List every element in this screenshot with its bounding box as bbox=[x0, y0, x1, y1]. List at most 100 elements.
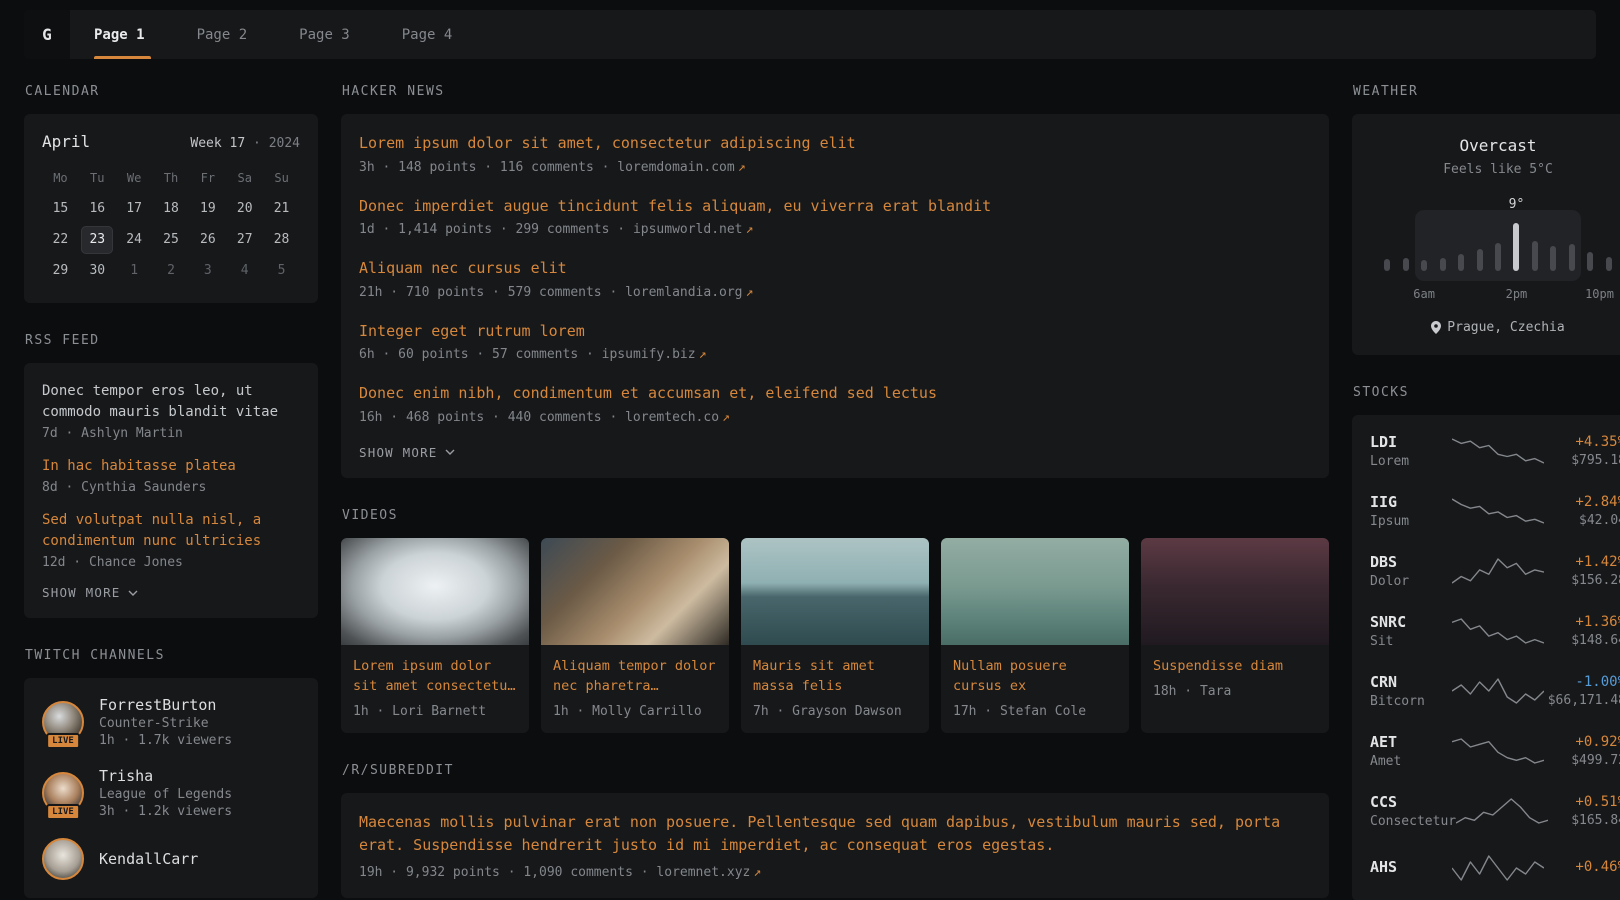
peak-temp-label: 9° bbox=[1509, 197, 1525, 212]
channel-name[interactable]: ForrestBurton bbox=[99, 696, 232, 714]
channel-name[interactable]: KendallCarr bbox=[99, 850, 198, 868]
left-column: CALENDAR April Week 17 · 2024 Mo Tu We bbox=[24, 84, 318, 900]
reddit-post-title[interactable]: Maecenas mollis pulvinar erat non posuer… bbox=[359, 811, 1311, 858]
stocks-widget-title: STOCKS bbox=[1353, 385, 1620, 400]
stock-sparkline bbox=[1452, 736, 1544, 766]
calendar-weekday-row: Mo Tu We Th Fr Sa Su bbox=[42, 171, 300, 185]
tab-page-3[interactable]: Page 3 bbox=[299, 10, 376, 59]
external-link-icon: ↗ bbox=[699, 347, 707, 362]
channel-info: Trisha League of Legends 3h · 1.2k viewe… bbox=[99, 767, 232, 819]
hn-domain-link[interactable]: loremdomain.com bbox=[617, 160, 734, 175]
video-card[interactable]: Mauris sit amet massa felis 7h · Grayson… bbox=[741, 538, 929, 734]
video-title[interactable]: Lorem ipsum dolor sit amet consectetu… bbox=[341, 645, 529, 697]
video-meta: 18h · Tara bbox=[1141, 676, 1329, 713]
videos-widget-title: VIDEOS bbox=[342, 508, 1329, 523]
video-card[interactable]: Aliquam tempor dolor nec pharetra… 1h · … bbox=[541, 538, 729, 734]
channel-avatar[interactable]: LIVE bbox=[42, 701, 84, 743]
hn-item-title[interactable]: Lorem ipsum dolor sit amet, consectetur … bbox=[359, 132, 1311, 155]
twitch-channel-row[interactable]: KendallCarr bbox=[42, 838, 300, 880]
hn-item-meta: 6h · 60 points · 57 comments · ipsumify.… bbox=[359, 347, 1311, 362]
channel-category[interactable]: Counter-Strike bbox=[99, 716, 232, 731]
chevron-down-icon bbox=[445, 449, 455, 455]
stock-row: DBSDolor +1.42%$156.28 bbox=[1370, 541, 1620, 601]
rss-item-title[interactable]: In hac habitasse platea bbox=[42, 456, 300, 477]
stock-price: $499.72 bbox=[1544, 753, 1620, 768]
external-link-icon: ↗ bbox=[722, 410, 730, 425]
reddit-domain-link[interactable]: loremnet.xyz bbox=[656, 865, 750, 880]
calendar-day-selected: 23 bbox=[81, 226, 113, 254]
video-thumbnail[interactable] bbox=[341, 538, 529, 645]
weather-bar bbox=[1606, 257, 1612, 271]
video-thumbnail[interactable] bbox=[541, 538, 729, 645]
weather-bar bbox=[1458, 254, 1464, 271]
video-card[interactable]: Suspendisse diam 18h · Tara bbox=[1141, 538, 1329, 734]
calendar-day: 17 bbox=[118, 195, 150, 223]
right-column: WEATHER Overcast Feels like 5°C 9° 6am2p… bbox=[1352, 84, 1620, 900]
video-title[interactable]: Nullam posuere cursus ex bbox=[941, 645, 1129, 697]
channel-avatar[interactable] bbox=[42, 838, 84, 880]
channel-category[interactable]: League of Legends bbox=[99, 787, 232, 802]
stock-change: +4.35% bbox=[1544, 434, 1620, 450]
rss-item-title[interactable]: Sed volutpat nulla nisl, a condimentum n… bbox=[42, 510, 300, 552]
stock-row: CCSConsectetur +0.51%$165.84 bbox=[1370, 781, 1620, 841]
calendar-day: 29 bbox=[44, 257, 76, 285]
hn-domain-link[interactable]: loremlandia.org bbox=[625, 285, 742, 300]
hn-domain-link[interactable]: ipsumworld.net bbox=[633, 222, 743, 237]
stock-row: CRNBitcorn -1.00%$66,171.48 bbox=[1370, 661, 1620, 721]
stock-name: Lorem bbox=[1370, 454, 1452, 469]
external-link-icon: ↗ bbox=[738, 160, 746, 175]
hn-show-more-button[interactable]: SHOW MORE bbox=[359, 445, 455, 460]
weather-bar bbox=[1477, 249, 1483, 271]
twitch-channel-row[interactable]: LIVE ForrestBurton Counter-Strike 1h · 1… bbox=[42, 696, 300, 748]
weather-bar bbox=[1569, 244, 1575, 271]
twitch-channel-row[interactable]: LIVE Trisha League of Legends 3h · 1.2k … bbox=[42, 767, 300, 819]
calendar-day-next-month: 5 bbox=[266, 257, 298, 285]
tab-page-1[interactable]: Page 1 bbox=[94, 10, 171, 59]
video-thumbnail[interactable] bbox=[1141, 538, 1329, 645]
tab-page-4[interactable]: Page 4 bbox=[402, 10, 479, 59]
videos-widget: VIDEOS Lorem ipsum dolor sit amet consec… bbox=[341, 508, 1329, 734]
rss-show-more-button[interactable]: SHOW MORE bbox=[42, 585, 138, 600]
twitch-widget: TWITCH CHANNELS LIVE ForrestBurton Count… bbox=[24, 648, 318, 898]
reddit-post: Maecenas mollis pulvinar erat non posuer… bbox=[359, 811, 1311, 880]
weather-bar bbox=[1440, 258, 1446, 271]
stock-symbol: CRN bbox=[1370, 673, 1452, 691]
app-logo[interactable]: G bbox=[24, 10, 70, 59]
calendar-header: April Week 17 · 2024 bbox=[42, 132, 300, 151]
channel-meta: 1h · 1.7k viewers bbox=[99, 733, 232, 748]
hn-item: Lorem ipsum dolor sit amet, consectetur … bbox=[359, 132, 1311, 175]
hn-item-title[interactable]: Aliquam nec cursus elit bbox=[359, 257, 1311, 280]
calendar-day: 18 bbox=[155, 195, 187, 223]
video-title[interactable]: Suspendisse diam bbox=[1141, 645, 1329, 676]
video-card[interactable]: Nullam posuere cursus ex 17h · Stefan Co… bbox=[941, 538, 1129, 734]
live-badge: LIVE bbox=[46, 804, 80, 820]
video-thumbnail[interactable] bbox=[941, 538, 1129, 645]
calendar-day: 27 bbox=[229, 226, 261, 254]
hn-item-title[interactable]: Donec imperdiet augue tincidunt felis al… bbox=[359, 195, 1311, 218]
hn-item: Integer eget rutrum lorem 6h · 60 points… bbox=[359, 320, 1311, 363]
tab-page-2[interactable]: Page 2 bbox=[197, 10, 274, 59]
weekday-label: Sa bbox=[226, 171, 263, 185]
calendar-days-grid: 15 16 17 18 19 20 21 22 23 24 25 26 27 2… bbox=[42, 195, 300, 285]
video-thumbnail[interactable] bbox=[741, 538, 929, 645]
video-title[interactable]: Aliquam tempor dolor nec pharetra… bbox=[541, 645, 729, 697]
rss-widget: RSS FEED Donec tempor eros leo, ut commo… bbox=[24, 333, 318, 618]
calendar-day: 19 bbox=[192, 195, 224, 223]
calendar-day-next-month: 2 bbox=[155, 257, 187, 285]
hn-item-title[interactable]: Integer eget rutrum lorem bbox=[359, 320, 1311, 343]
stock-row: AHS +0.46% bbox=[1370, 841, 1620, 895]
stock-change: +0.51% bbox=[1548, 794, 1620, 810]
video-title[interactable]: Mauris sit amet massa felis bbox=[741, 645, 929, 697]
calendar-day: 24 bbox=[118, 226, 150, 254]
tab-label: Page 2 bbox=[197, 27, 248, 43]
weather-bar bbox=[1587, 252, 1593, 271]
hn-domain-link[interactable]: loremtech.co bbox=[625, 410, 719, 425]
video-card[interactable]: Lorem ipsum dolor sit amet consectetu… 1… bbox=[341, 538, 529, 734]
hn-domain-link[interactable]: ipsumify.biz bbox=[602, 347, 696, 362]
rss-item-title[interactable]: Donec tempor eros leo, ut commodo mauris… bbox=[42, 381, 300, 423]
stock-sparkline bbox=[1452, 496, 1544, 526]
channel-avatar[interactable]: LIVE bbox=[42, 772, 84, 814]
weather-chart: 9° bbox=[1378, 221, 1618, 271]
hn-item-title[interactable]: Donec enim nibh, condimentum et accumsan… bbox=[359, 382, 1311, 405]
channel-name[interactable]: Trisha bbox=[99, 767, 232, 785]
